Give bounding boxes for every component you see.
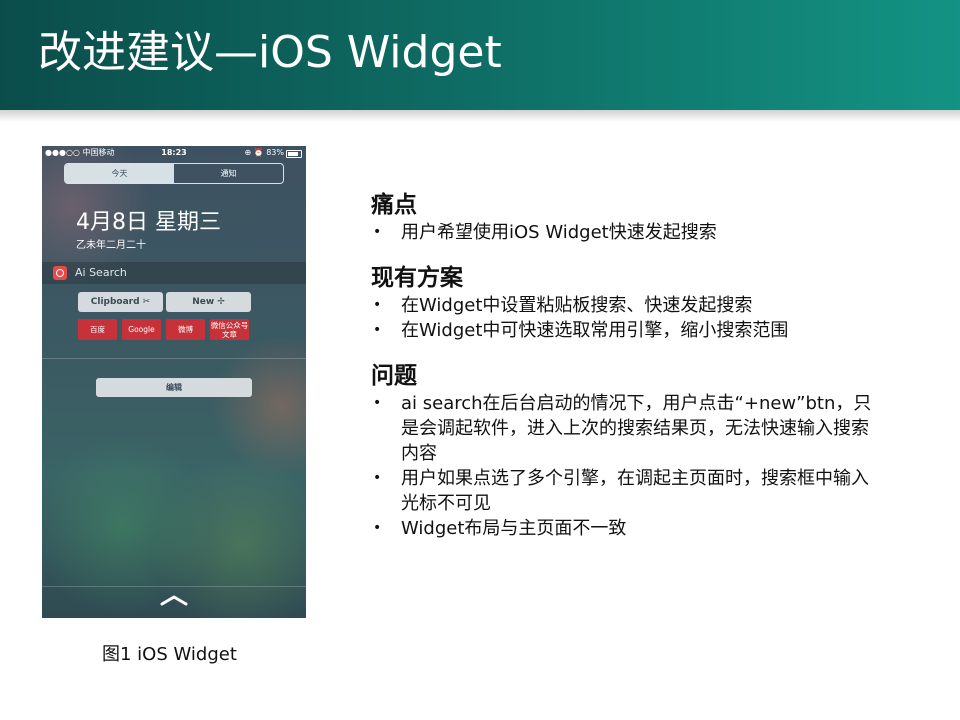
bullet-item: 用户如果点选了多个引擎，在调起主页面时，搜索框中输入光标不可见 (371, 466, 876, 516)
bullet-item: 用户希望使用iOS Widget快速发起搜索 (371, 220, 931, 245)
section-title: 痛点 (371, 192, 417, 218)
ai-search-app-icon (53, 266, 67, 280)
engine-button-wechat-articles[interactable]: 微信公众号文章 (210, 319, 249, 340)
status-bar: ●●●○○ 中国移动 18:23 ⊕ ⏰ 83% (42, 146, 306, 160)
bullet-list: 在Widget中设置粘贴板搜索、快速发起搜索 在Widget中可快速选取常用引擎… (371, 293, 931, 343)
engine-button-baidu[interactable]: 百度 (78, 319, 117, 340)
widget-name: Ai Search (75, 266, 127, 279)
section-problems: 问题 ai search在后台启动的情况下，用户点击“+new”btn，只是会调… (371, 361, 931, 541)
bottom-divider (42, 586, 306, 587)
lock-rotation-icon: ⊕ (244, 148, 252, 157)
alarm-icon: ⏰ (253, 148, 264, 157)
title-bar-shadow (0, 110, 960, 122)
bullet-item: 在Widget中可快速选取常用引擎，缩小搜索范围 (371, 318, 931, 343)
battery-level (288, 152, 298, 156)
section-title: 现有方案 (371, 265, 463, 291)
today-notifications-segmented-control: 今天 通知 (64, 163, 284, 184)
title-bar: 改进建议—iOS Widget (0, 0, 960, 110)
notes-panel: 痛点 用户希望使用iOS Widget快速发起搜索 现有方案 在Widget中设… (371, 190, 931, 541)
phone-screenshot: ●●●○○ 中国移动 18:23 ⊕ ⏰ 83% 今天 通知 4月8日 星期三 … (42, 146, 306, 618)
bullet-list: 用户希望使用iOS Widget快速发起搜索 (371, 220, 931, 245)
today-date: 4月8日 星期三 (76, 210, 221, 235)
bullet-list: ai search在后台启动的情况下，用户点击“+new”btn，只是会调起软件… (371, 391, 876, 541)
tab-notifications[interactable]: 通知 (174, 164, 283, 183)
chevron-up-icon[interactable] (160, 594, 188, 606)
section-pain-points: 痛点 用户希望使用iOS Widget快速发起搜索 (371, 190, 931, 245)
bullet-item: Widget布局与主页面不一致 (371, 516, 876, 541)
battery-icon (286, 150, 302, 158)
engine-button-google[interactable]: Google (122, 319, 161, 340)
clipboard-search-button[interactable]: Clipboard ✂ (78, 292, 163, 312)
new-search-button[interactable]: New ✢ (166, 292, 251, 312)
widget-divider (42, 358, 306, 359)
bullet-item: ai search在后台启动的情况下，用户点击“+new”btn，只是会调起软件… (371, 391, 876, 466)
figure-caption: 图1 iOS Widget (102, 644, 237, 665)
slide-title: 改进建议—iOS Widget (38, 27, 502, 78)
widget-header[interactable]: Ai Search (42, 262, 306, 284)
section-title: 问题 (371, 363, 417, 389)
engine-button-weibo[interactable]: 微博 (166, 319, 205, 340)
section-current-solution: 现有方案 在Widget中设置粘贴板搜索、快速发起搜索 在Widget中可快速选… (371, 263, 931, 343)
battery-percent: ⊕ ⏰ 83% (244, 148, 284, 157)
tab-today[interactable]: 今天 (65, 164, 174, 183)
edit-button[interactable]: 编辑 (96, 378, 252, 397)
bullet-item: 在Widget中设置粘贴板搜索、快速发起搜索 (371, 293, 931, 318)
lunar-date: 乙未年二月二十 (76, 240, 146, 251)
